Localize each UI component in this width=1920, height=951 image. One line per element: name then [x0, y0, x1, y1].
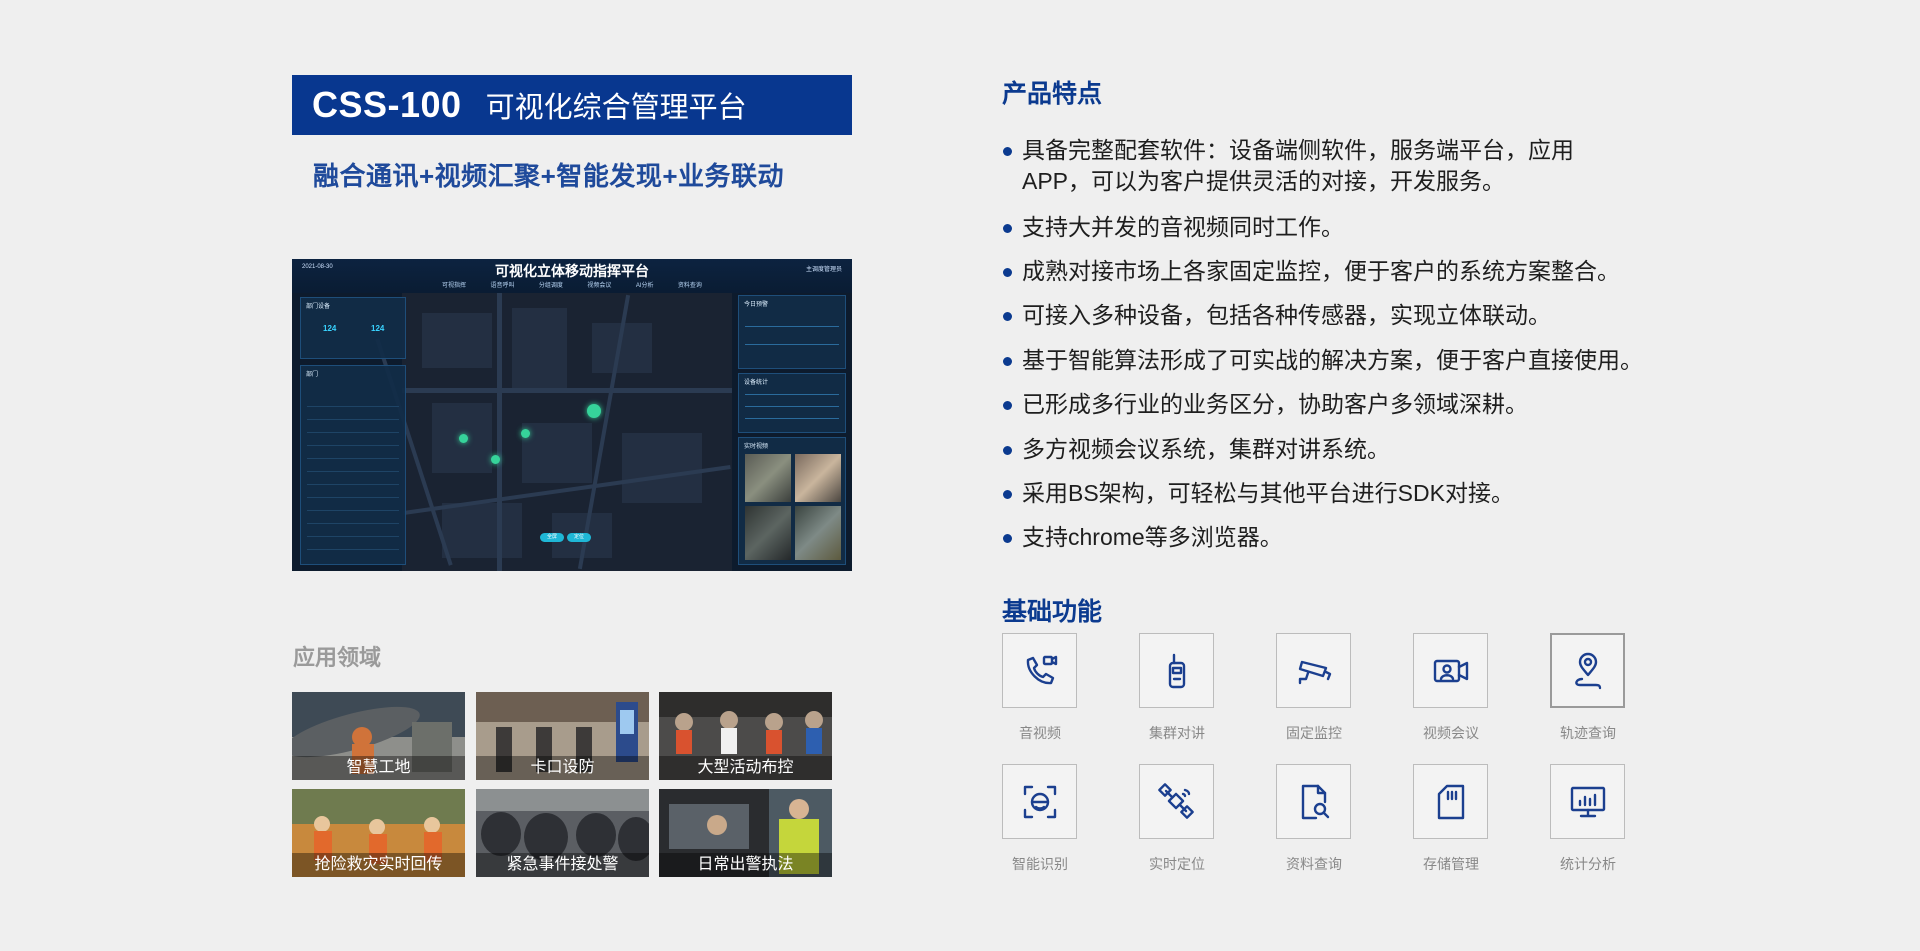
bullet-dot [1003, 534, 1012, 543]
dashboard-title: 可视化立体移动指挥平台 [495, 263, 649, 279]
bullet-dot [1003, 147, 1012, 156]
feature-item: 支持大并发的音视频同时工作。 [1003, 212, 1344, 243]
feature-item: 可接入多种设备，包括各种传感器，实现立体联动。 [1003, 300, 1551, 331]
function-label: 固定监控 [1286, 725, 1342, 741]
sd-card-icon [1437, 784, 1464, 819]
application-label: 抢险救灾实时回传 [292, 853, 465, 877]
function-label: 视频会议 [1423, 725, 1479, 741]
functions-heading: 基础功能 [1002, 598, 1103, 626]
feature-item: 基于智能算法形成了可实战的解决方案，便于客户直接使用。 [1003, 345, 1643, 376]
route-pin-icon [1574, 652, 1601, 689]
product-subtitle: 融合通讯+视频汇聚+智能发现+业务联动 [313, 161, 785, 191]
dashboard-menu-item[interactable]: 视频会议 [587, 280, 611, 289]
video-conference-icon [1433, 659, 1468, 682]
function-label: 存储管理 [1423, 856, 1479, 872]
application-card: 抢险救灾实时回传 [292, 789, 465, 877]
bullet-dot [1003, 268, 1012, 277]
dashboard-user: 主调度管理员 [805, 267, 842, 273]
feature-item: 已形成多行业的业务区分，协助客户多领域深耕。 [1003, 389, 1528, 420]
bullet-dot [1003, 401, 1012, 410]
dashboard-menu-item[interactable]: 语音呼叫 [490, 280, 514, 289]
product-title-bar: CSS-100 可视化综合管理平台 [292, 75, 852, 135]
feature-item: 具备完整配套软件：设备端侧软件，服务端平台，应用 APP，可以为客户提供灵活的对… [1003, 135, 1574, 197]
application-label: 大型活动布控 [659, 756, 832, 780]
features-heading: 产品特点 [1002, 80, 1103, 108]
bullet-dot [1003, 357, 1012, 366]
phone-video-icon [1026, 655, 1057, 684]
function-label: 集群对讲 [1149, 725, 1205, 741]
feature-item: 采用BS架构，可轻松与其他平台进行SDK对接。 [1003, 478, 1514, 509]
application-label: 智慧工地 [292, 756, 465, 780]
dashboard-menu-item[interactable]: AI分析 [636, 280, 654, 289]
dashboard-menu-item[interactable]: 资料查询 [678, 280, 702, 289]
function-tile-document-query[interactable] [1276, 764, 1351, 839]
function-label: 智能识别 [1012, 856, 1068, 872]
dashboard-date: 2021-08-30 [302, 264, 333, 270]
dashboard-alert-title: 今日预警 [744, 302, 769, 308]
function-tile-recognition[interactable] [1002, 764, 1077, 839]
dashboard-stat-b: 124 [371, 324, 385, 333]
function-tile-video-conference[interactable] [1413, 633, 1488, 708]
dashboard-menu-item[interactable]: 分组调度 [539, 280, 563, 289]
feature-item: 支持chrome等多浏览器。 [1003, 522, 1283, 553]
dashboard-screenshot: 全屏 定位 可视化立体移动指挥平台 2021-08-30 主调度管理员 可视指挥… [292, 259, 852, 571]
document-search-icon [1301, 784, 1329, 819]
applications-heading: 应用领域 [293, 645, 382, 670]
function-label: 音视频 [1019, 725, 1061, 741]
function-tile-track-query[interactable] [1550, 633, 1625, 708]
function-tile-statistics[interactable] [1550, 764, 1625, 839]
dashboard-device-panel-title: 部门设备 [306, 304, 331, 310]
product-model: CSS-100 [312, 84, 462, 125]
dashboard-stat-panel-title: 设备统计 [744, 380, 769, 386]
dashboard-alert-panel: 今日预警 [738, 295, 846, 369]
dashboard-menu: 可视指挥 语音呼叫 分组调度 视频会议 AI分析 资料查询 [442, 280, 702, 289]
function-tile-trunk-talk[interactable] [1139, 633, 1214, 708]
dashboard-map: 全屏 定位 [375, 293, 732, 571]
function-tile-audio-video[interactable] [1002, 633, 1077, 708]
bullet-dot [1003, 224, 1012, 233]
function-tile-fixed-monitor[interactable] [1276, 633, 1351, 708]
function-tile-storage[interactable] [1413, 764, 1488, 839]
satellite-icon [1157, 782, 1194, 819]
dashboard-device-panel: 部门设备 124 124 [300, 297, 406, 359]
dashboard-video-panel: 实时视频 [738, 437, 846, 565]
walkie-talkie-icon [1168, 653, 1185, 688]
cctv-camera-icon [1298, 660, 1331, 684]
feature-item: 多方视频会议系统，集群对讲系统。 [1003, 434, 1390, 465]
application-card: 紧急事件接处警 [476, 789, 649, 877]
application-card: 智慧工地 [292, 692, 465, 780]
dashboard-stat-a: 124 [323, 324, 337, 333]
dashboard-list-panel: 部门 [300, 365, 406, 565]
application-card: 日常出警执法 [659, 789, 832, 877]
dashboard-video-title: 实时视频 [744, 444, 769, 450]
function-label: 统计分析 [1560, 856, 1616, 872]
application-card: 大型活动布控 [659, 692, 832, 780]
monitor-chart-icon [1570, 786, 1605, 817]
bullet-dot [1003, 312, 1012, 321]
bullet-dot [1003, 446, 1012, 455]
function-label: 轨迹查询 [1560, 725, 1616, 741]
application-label: 卡口设防 [476, 756, 649, 780]
dashboard-stat-panel: 设备统计 [738, 373, 846, 433]
application-label: 紧急事件接处警 [476, 853, 649, 877]
product-name: 可视化综合管理平台 [485, 92, 747, 124]
function-label: 资料查询 [1286, 856, 1342, 872]
application-card: 卡口设防 [476, 692, 649, 780]
dashboard-list-title: 部门 [306, 372, 319, 378]
application-label: 日常出警执法 [659, 853, 832, 877]
function-tile-realtime-location[interactable] [1139, 764, 1214, 839]
bullet-dot [1003, 490, 1012, 499]
face-recognition-icon [1023, 785, 1056, 818]
function-label: 实时定位 [1149, 856, 1205, 872]
dashboard-menu-item[interactable]: 可视指挥 [442, 280, 466, 289]
feature-item: 成熟对接市场上各家固定监控，便于客户的系统方案整合。 [1003, 256, 1620, 287]
